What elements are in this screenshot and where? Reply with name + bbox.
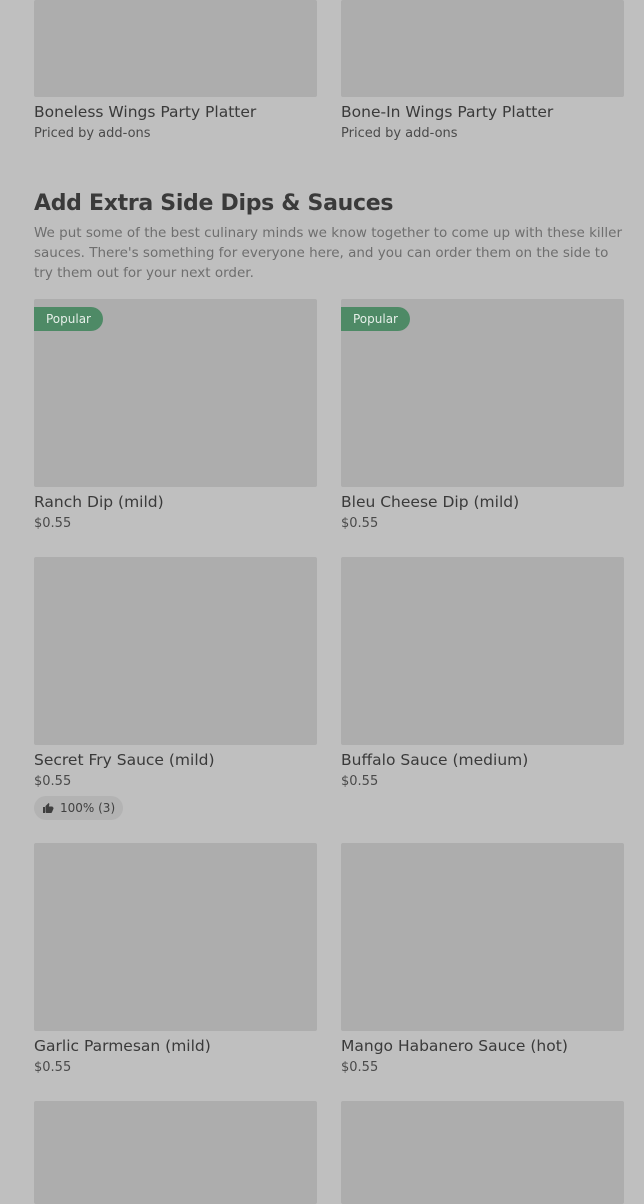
menu-item-card[interactable] [34,1101,317,1204]
item-image[interactable] [341,557,624,745]
item-price: $0.55 [34,516,72,531]
menu-item-card[interactable] [341,1101,624,1204]
menu-item-card[interactable]: Mango Habanero Sauce (hot) $0.55 [341,843,624,1078]
item-image[interactable] [34,557,317,745]
menu-items-grid: Secret Fry Sauce (mild) $0.55 100% (3) B… [34,557,624,820]
menu-items-grid [34,1101,624,1204]
item-price: $0.55 [34,1060,72,1075]
item-image[interactable] [34,1101,317,1204]
item-image[interactable] [341,1101,624,1204]
item-title: Boneless Wings Party Platter [34,103,257,121]
menu-items-grid: Garlic Parmesan (mild) $0.55 Mango Haban… [34,843,624,1078]
item-price: $0.55 [34,774,72,789]
item-image[interactable] [341,843,624,1031]
item-title: Ranch Dip (mild) [34,493,164,511]
item-title: Bone-In Wings Party Platter [341,103,554,121]
item-title: Mango Habanero Sauce (hot) [341,1037,568,1055]
menu-item-card[interactable]: Boneless Wings Party Platter Priced by a… [34,0,317,144]
menu-item-card[interactable]: Secret Fry Sauce (mild) $0.55 100% (3) [34,557,317,820]
item-title: Bleu Cheese Dip (mild) [341,493,520,511]
menu-items-grid: Popular Ranch Dip (mild) $0.55 Popular B… [34,299,624,534]
item-title: Secret Fry Sauce (mild) [34,751,215,769]
item-image[interactable] [341,0,624,97]
menu-item-card[interactable]: Bone-In Wings Party Platter Priced by ad… [341,0,624,144]
item-title: Buffalo Sauce (medium) [341,751,529,769]
popular-badge: Popular [34,307,103,331]
item-title: Garlic Parmesan (mild) [34,1037,211,1055]
item-price: $0.55 [341,516,379,531]
menu-item-card[interactable]: Garlic Parmesan (mild) $0.55 [34,843,317,1078]
item-price: $0.55 [341,1060,379,1075]
rating-badge: 100% (3) [34,796,124,820]
item-image[interactable] [34,843,317,1031]
item-image[interactable]: Popular [34,299,317,487]
item-price: Priced by add-ons [341,126,458,141]
item-price: Priced by add-ons [34,126,151,141]
rating-text: 100% (3) [60,801,116,815]
top-items-grid: Boneless Wings Party Platter Priced by a… [34,0,624,144]
section-description: We put some of the best culinary minds w… [34,225,623,281]
menu-item-card[interactable]: Buffalo Sauce (medium) $0.55 [341,557,624,820]
item-image[interactable]: Popular [341,299,624,487]
menu-item-card[interactable]: Popular Ranch Dip (mild) $0.55 [34,299,317,534]
section-title: Add Extra Side Dips & Sauces [34,191,394,216]
item-image[interactable] [34,0,317,97]
thumbs-up-icon [43,803,54,813]
item-price: $0.55 [341,774,379,789]
popular-badge: Popular [341,307,410,331]
menu-item-card[interactable]: Popular Bleu Cheese Dip (mild) $0.55 [341,299,624,534]
